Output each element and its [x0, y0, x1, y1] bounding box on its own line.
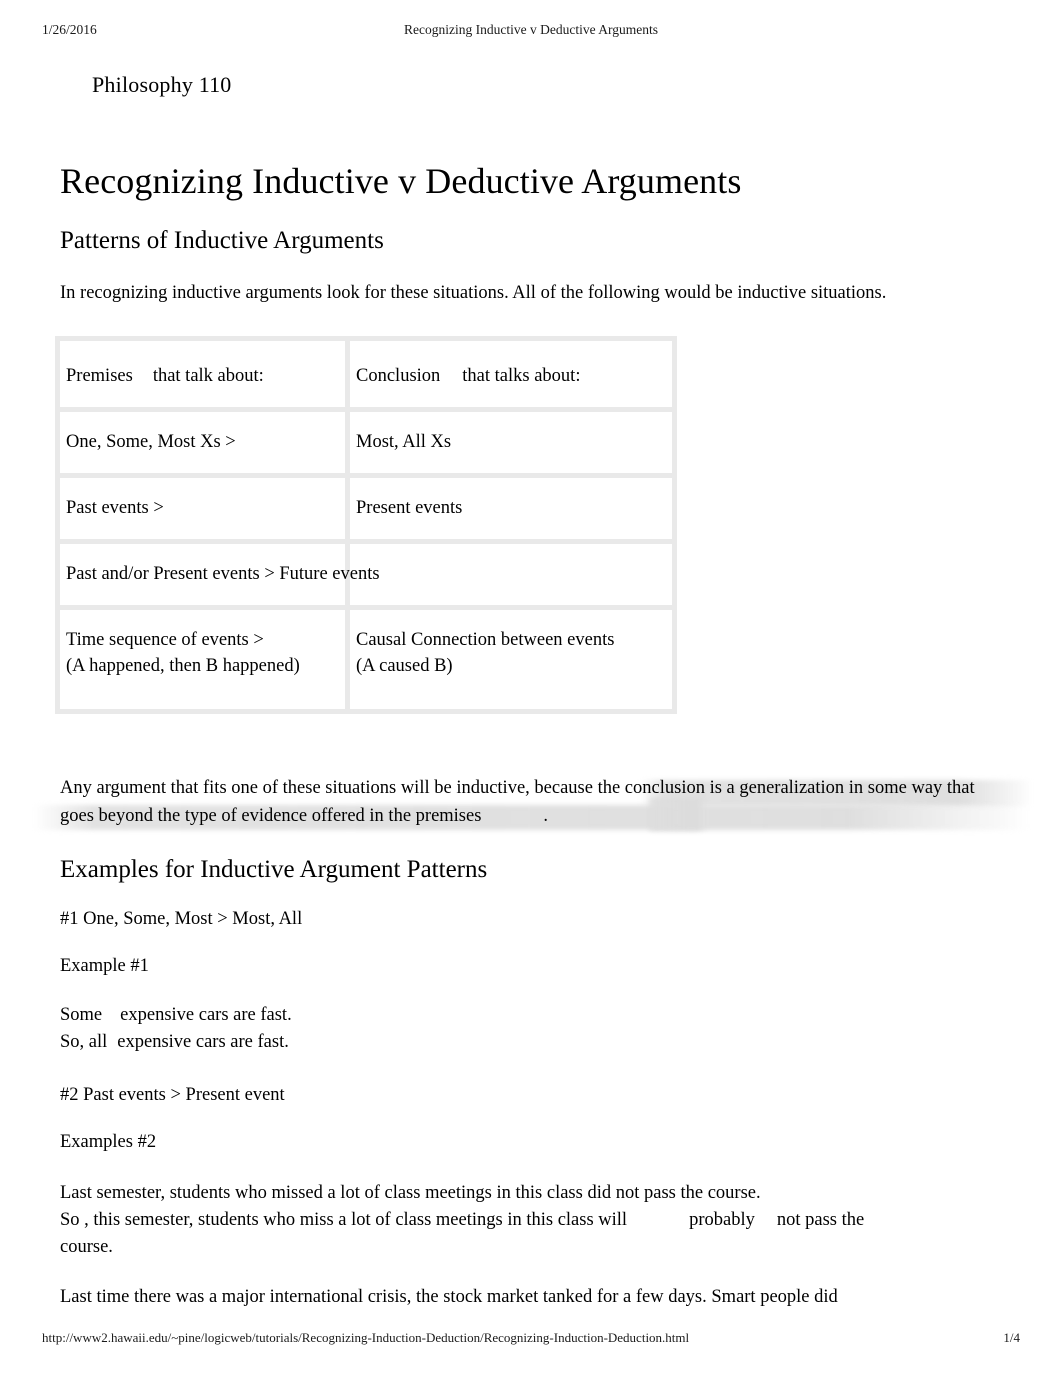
inductive-patterns-table-wrapper: Premises that talk about: Conclusion that … — [0, 336, 1062, 714]
print-footer-url: http://www2.hawaii.edu/~pine/logicweb/tu… — [42, 1330, 690, 1345]
table-cell-conclusion-header: Conclusion that talks about: — [345, 336, 677, 412]
example-2-premise-line: Last semester, students who missed a lot… — [60, 1183, 761, 1203]
example-1-label: Example #1 — [60, 956, 149, 976]
table-row: Past events > Present events — [55, 473, 677, 544]
conclusion-line-2: (A caused B) — [356, 656, 453, 676]
table-header-row: Premises that talk about: Conclusion that … — [55, 336, 677, 412]
table-row: Time sequence of events > (A happened, th… — [55, 605, 677, 714]
print-header-title: Recognizing Inductive v Deductive Argume… — [404, 22, 658, 37]
example-2-block: Last semester, students who missed a lot… — [0, 1180, 1062, 1261]
example-1-block: Some expensive cars are fast. So, all expe… — [0, 1002, 1062, 1056]
example-1-conclusion-line: So, all expensive cars are fast. — [60, 1029, 1062, 1056]
example-2-conclusion-probably: probably — [689, 1210, 755, 1230]
after-table-paragraph-line-1: Any argument that fits one of these situ… — [60, 778, 864, 798]
table-cell-premise: One, Some, Most Xs > — [55, 407, 350, 478]
print-header: 1/26/2016 Recognizing Inductive v Deduct… — [0, 22, 1062, 46]
conclusion-line-1: Causal Connection between events — [356, 630, 615, 650]
pattern-1-label: #1 One, Some, Most > Most, All — [60, 909, 303, 929]
conclusion-header-a: Conclusion — [356, 366, 441, 386]
document-body: Philosophy 110 Recognizing Inductive v D… — [0, 70, 1062, 1311]
table-cell-premise: Past and/or Present events > Future even… — [55, 539, 380, 610]
table-row: Past and/or Present events > Future even… — [55, 539, 677, 610]
example-1-premise-text: expensive cars are fast. — [120, 1005, 292, 1025]
example-2-label: Examples #2 — [60, 1132, 157, 1152]
page-title: Recognizing Inductive v Deductive Argume… — [60, 161, 742, 201]
section-heading-examples: Examples for Inductive Argument Patterns — [60, 856, 488, 883]
table-cell-premise: Past events > — [55, 473, 350, 544]
inductive-patterns-table: Premises that talk about: Conclusion that … — [55, 336, 677, 714]
table-cell-conclusion: Most, All Xs — [345, 407, 677, 478]
table-cell-conclusion — [345, 539, 677, 610]
table-cell-premise: Time sequence of events > (A happened, th… — [55, 605, 350, 714]
table-cell-premises-header: Premises that talk about: — [55, 336, 350, 412]
intro-paragraph: In recognizing inductive arguments look … — [60, 283, 887, 303]
table-cell-conclusion: Present events — [345, 473, 677, 544]
example-2-conclusion-line: So , this semester, students who miss a … — [60, 1207, 1062, 1234]
premises-header-a: Premises — [66, 366, 133, 386]
example-2-conclusion-line-wrap: course. — [60, 1237, 113, 1257]
example-1-premise-quantifier: Some — [60, 1005, 103, 1025]
example-1-conclusion-text: expensive cars are fast. — [117, 1032, 289, 1052]
section-heading-patterns: Patterns of Inductive Arguments — [60, 227, 384, 254]
print-footer: http://www2.hawaii.edu/~pine/logicweb/tu… — [0, 1330, 1062, 1352]
table-cell-conclusion: Causal Connection between events (A cause… — [345, 605, 677, 714]
after-table-paragraph: Any argument that fits one of these situ… — [0, 774, 1062, 831]
example-1-conclusion-quantifier: So, all — [60, 1032, 108, 1052]
print-footer-page-number: 1/4 — [1003, 1330, 1020, 1345]
example-2-conclusion-part-c: not pass the — [776, 1210, 865, 1230]
example-2-conclusion-part-a: So , this semester, students who miss a … — [60, 1210, 628, 1230]
premise-line-1: Time sequence of events > — [66, 630, 264, 650]
example-1-premise-line: Some expensive cars are fast. — [60, 1002, 1062, 1029]
after-table-paragraph-period: . — [543, 806, 549, 826]
premises-header-b: that talk about: — [152, 366, 264, 386]
pattern-2-label: #2 Past events > Present event — [60, 1085, 285, 1105]
course-label: Philosophy 110 — [92, 72, 232, 97]
table-row: One, Some, Most Xs > Most, All Xs — [55, 407, 677, 478]
example-2-trailing-paragraph: Last time there was a major internationa… — [60, 1287, 838, 1307]
conclusion-header-b: that talks about: — [462, 366, 581, 386]
premise-line-2: (A happened, then B happened) — [66, 656, 300, 676]
